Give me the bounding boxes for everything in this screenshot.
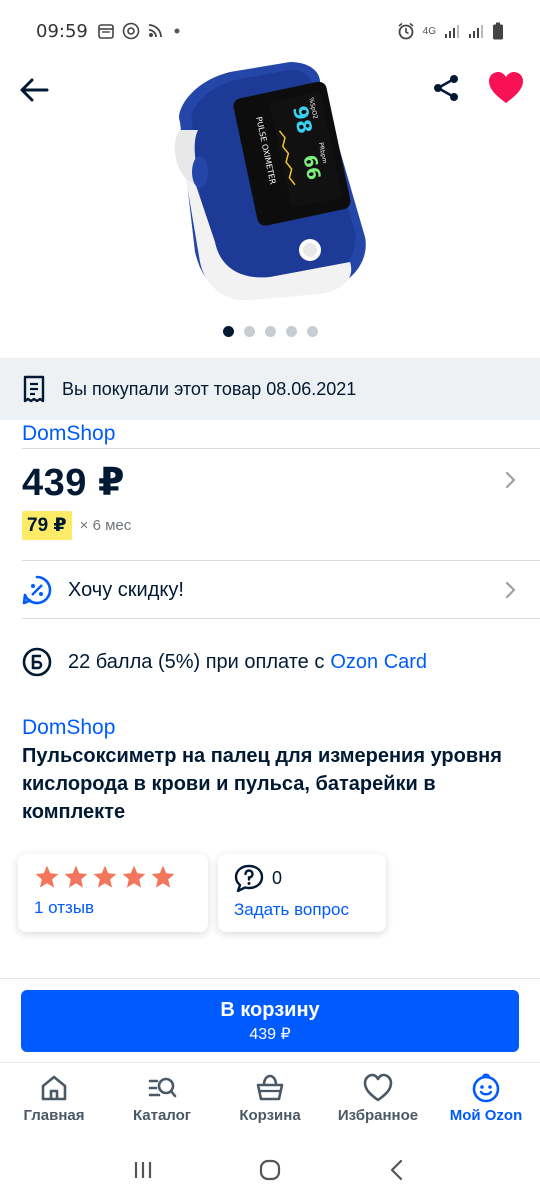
- star-icon: [64, 865, 88, 888]
- ask-question-link[interactable]: Задать вопрос: [234, 900, 370, 920]
- home-circle-icon[interactable]: [258, 1158, 282, 1182]
- bonus-b-icon: [22, 647, 52, 677]
- at-icon: [122, 22, 140, 40]
- installment-info: 79 ₽ × 6 мес: [22, 511, 532, 540]
- discount-label: Хочу скидку!: [68, 578, 184, 601]
- share-button[interactable]: [424, 66, 468, 110]
- nav-label: Избранное: [337, 1107, 419, 1124]
- nav-label: Каталог: [132, 1107, 192, 1124]
- nav-item-my-ozon[interactable]: Мой Ozon: [432, 1063, 540, 1136]
- seller-link-top[interactable]: DomShop: [22, 422, 115, 446]
- divider: [22, 618, 540, 619]
- recents-icon[interactable]: [131, 1158, 155, 1182]
- heart-filled-icon: [489, 72, 523, 103]
- arrow-left-icon: [20, 78, 49, 102]
- seller-link[interactable]: DomShop: [22, 716, 115, 740]
- battery-icon: [493, 22, 503, 40]
- gallery-dot[interactable]: [306, 326, 318, 337]
- bonus-text: 22 балла (5%) при оплате с: [68, 650, 325, 673]
- basket-icon: [256, 1074, 284, 1101]
- home-icon: [41, 1075, 67, 1101]
- rating-card[interactable]: 1 отзыв: [18, 854, 208, 932]
- bottom-nav: Главная Каталог Корзина Избранное Мой Oz…: [0, 1062, 540, 1136]
- add-to-cart-price: 439 ₽: [249, 1025, 291, 1043]
- nav-item-cart[interactable]: Корзина: [216, 1063, 324, 1136]
- questions-card[interactable]: 0 Задать вопрос: [218, 854, 386, 932]
- signal-icon: [445, 25, 459, 38]
- calendar-icon: [98, 24, 114, 39]
- chevron-right-icon: [505, 471, 516, 489]
- reviews-link[interactable]: 1 отзыв: [34, 898, 192, 918]
- system-nav-bar: [0, 1140, 540, 1200]
- back-button[interactable]: [12, 68, 56, 112]
- star-icon: [151, 865, 175, 888]
- nav-label: Корзина: [239, 1107, 301, 1124]
- add-to-cart-button[interactable]: В корзину 439 ₽: [21, 990, 519, 1052]
- nav-item-catalog[interactable]: Каталог: [108, 1063, 216, 1136]
- favorite-button[interactable]: [484, 66, 528, 110]
- heart-outline-icon: [363, 1073, 393, 1102]
- network-label: 4G: [422, 25, 436, 37]
- product-image[interactable]: PULSE OXIMETER %SpO2 98 PRbpm 66: [170, 62, 370, 312]
- purchase-notice[interactable]: Вы покупали этот товар 08.06.2021: [0, 358, 540, 420]
- star-icon: [35, 865, 59, 888]
- catalog-search-icon: [148, 1077, 177, 1098]
- chevron-right-icon: [505, 581, 516, 599]
- discount-request-row[interactable]: Хочу скидку!: [22, 562, 532, 618]
- price-value: 439 ₽: [22, 462, 125, 504]
- smile-icon: [472, 1073, 500, 1103]
- status-bar: 09:59 4G: [0, 0, 540, 62]
- gallery-dot[interactable]: [264, 326, 276, 337]
- share-icon: [434, 75, 458, 101]
- nav-label: Главная: [23, 1107, 85, 1124]
- add-to-cart-label: В корзину: [220, 998, 320, 1021]
- gallery-dot[interactable]: [243, 326, 255, 337]
- rss-icon: [148, 24, 162, 38]
- installment-price: 79 ₽: [22, 511, 72, 540]
- dot-icon: [174, 28, 180, 34]
- back-chevron-icon[interactable]: [385, 1158, 409, 1182]
- ozon-card-link[interactable]: Ozon Card: [330, 651, 427, 674]
- status-time: 09:59: [36, 20, 88, 42]
- receipt-icon: [23, 375, 45, 403]
- price-block[interactable]: 439 ₽ 79 ₽ × 6 мес: [22, 460, 532, 558]
- question-bubble-icon: [234, 864, 264, 892]
- gallery-dot[interactable]: [222, 326, 234, 337]
- nav-item-favorites[interactable]: Избранное: [324, 1063, 432, 1136]
- rating-stars: [34, 864, 192, 890]
- nav-item-home[interactable]: Главная: [0, 1063, 108, 1136]
- divider: [22, 560, 540, 561]
- divider: [0, 978, 540, 979]
- bonus-row: 22 балла (5%) при оплате с Ozon Card: [22, 640, 532, 684]
- nav-label: Мой Ozon: [449, 1107, 523, 1124]
- signal-icon: [469, 25, 483, 38]
- star-icon: [93, 865, 117, 888]
- star-icon: [122, 865, 146, 888]
- gallery-dot[interactable]: [285, 326, 297, 337]
- discount-icon: [22, 575, 52, 605]
- divider: [22, 448, 540, 449]
- alarm-icon: [398, 22, 414, 40]
- gallery-pagination[interactable]: [0, 326, 540, 337]
- product-title: Пульсоксиметр на палец для измерения уро…: [22, 745, 502, 823]
- purchase-notice-text: Вы покупали этот товар 08.06.2021: [62, 378, 357, 399]
- installment-term: × 6 мес: [79, 517, 132, 534]
- product-gallery[interactable]: PULSE OXIMETER %SpO2 98 PRbpm 66: [0, 62, 540, 352]
- questions-count: 0: [272, 867, 283, 888]
